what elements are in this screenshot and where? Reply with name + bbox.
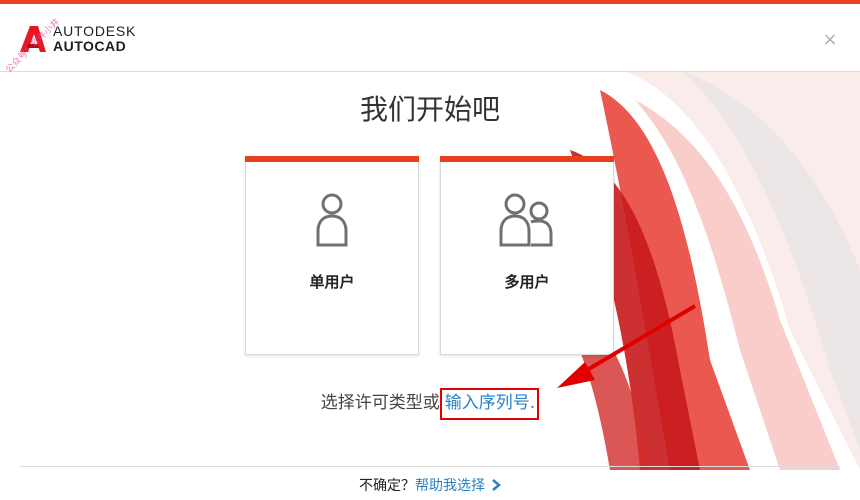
card-accent-bar xyxy=(440,156,614,162)
brand-product: AUTOCAD xyxy=(53,38,127,54)
license-prompt-line: 选择许可类型或 输入序列号. xyxy=(0,388,860,420)
card-accent-bar xyxy=(245,156,419,162)
enter-serial-link[interactable]: 输入序列号. xyxy=(439,388,540,420)
single-user-icon xyxy=(246,191,418,251)
chevron-right-icon[interactable] xyxy=(491,479,501,491)
annotation-arrow xyxy=(557,304,697,388)
footer: 不确定？帮助我选择 xyxy=(0,475,860,495)
multi-user-icon xyxy=(441,191,613,251)
multi-user-label: 多用户 xyxy=(504,273,550,291)
license-prompt-text: 选择许可类型或 xyxy=(320,393,440,413)
footer-divider xyxy=(20,466,840,467)
brand-company: AUTODESK xyxy=(53,23,137,39)
single-user-card[interactable]: 单用户 xyxy=(245,156,419,355)
enter-serial-label: 输入序列号 xyxy=(444,393,530,413)
footer-question: 不确定？ xyxy=(359,478,415,494)
app-header: AUTODESK AUTOCAD × xyxy=(0,4,860,72)
help-me-choose-link[interactable]: 帮助我选择 xyxy=(415,478,485,494)
license-suffix: . xyxy=(529,393,536,413)
close-icon[interactable]: × xyxy=(822,31,838,49)
single-user-label: 单用户 xyxy=(309,273,355,291)
page-title: 我们开始吧 xyxy=(359,93,500,126)
